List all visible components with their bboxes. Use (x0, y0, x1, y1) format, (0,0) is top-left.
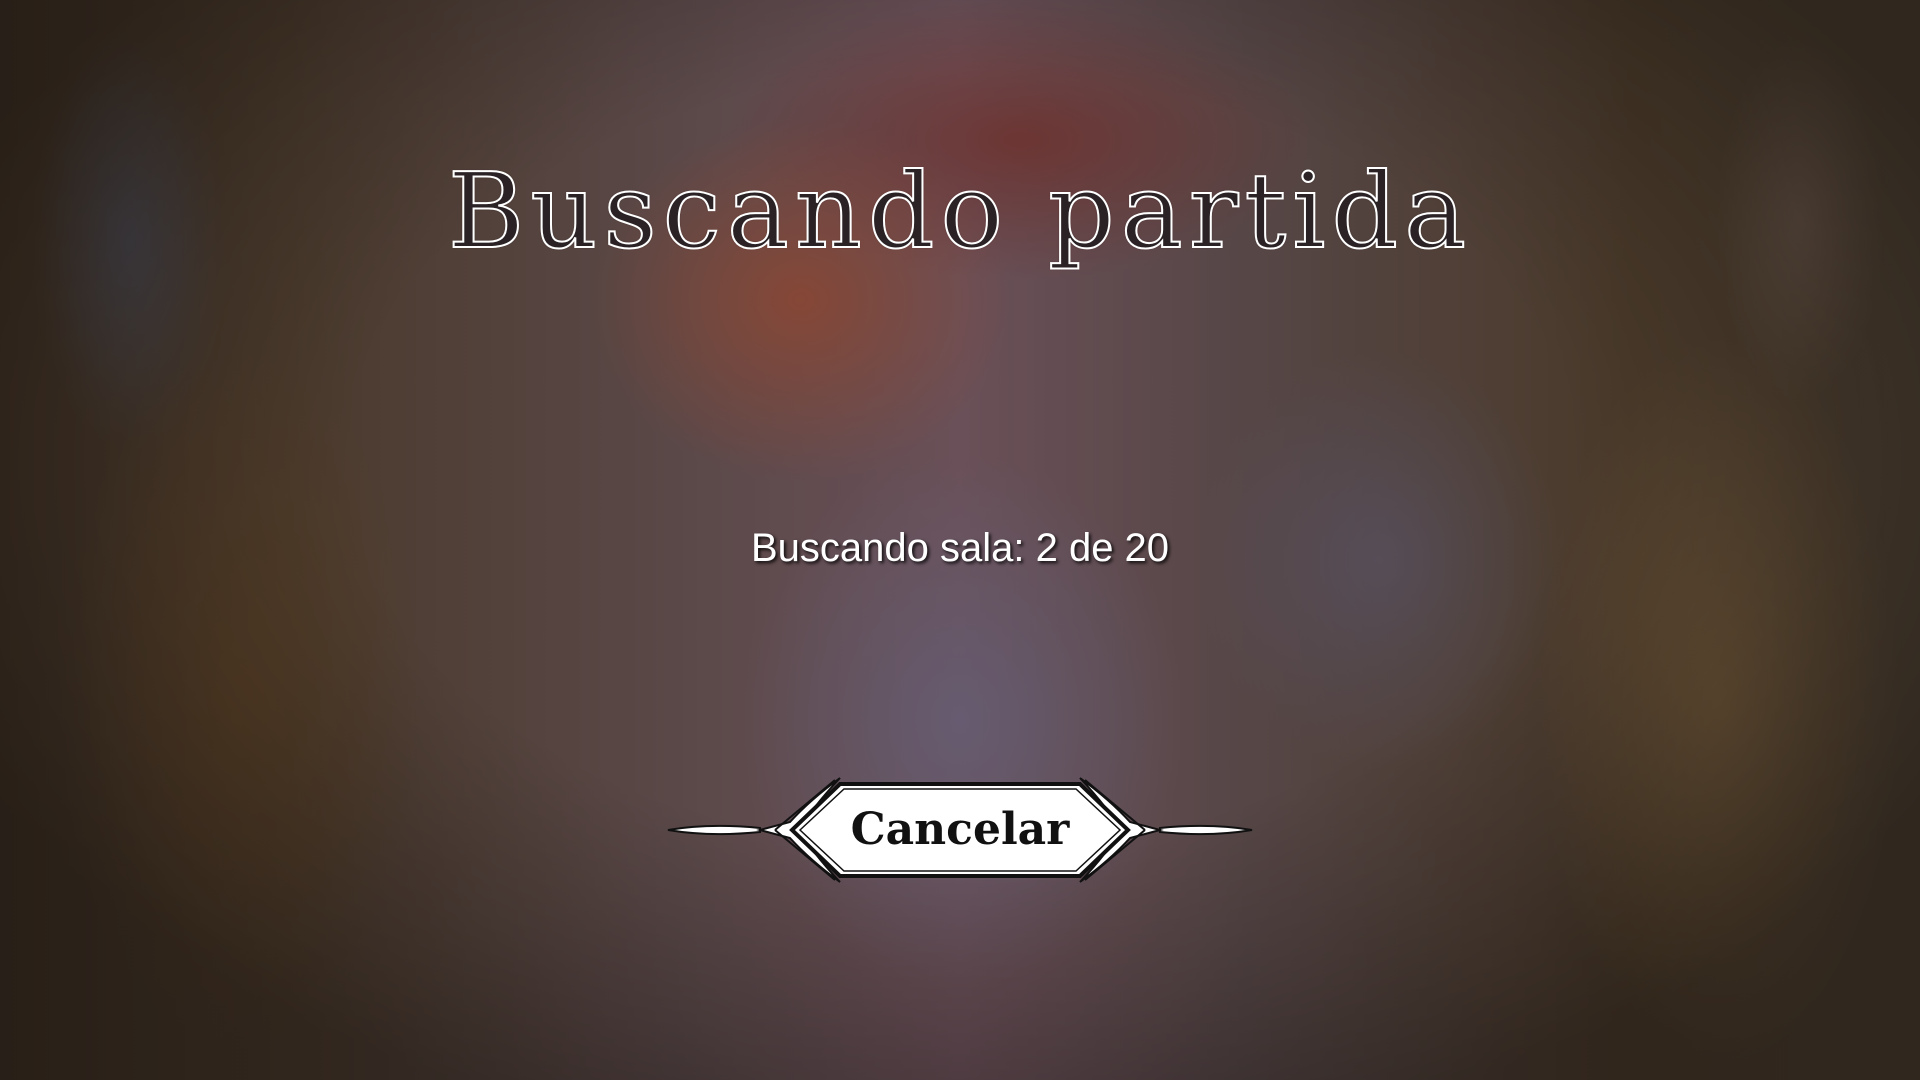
room-search-status: Buscando sala: 2 de 20 (750, 526, 1170, 570)
matchmaking-screen: Buscando partida Buscando sala: 2 de 20 … (0, 0, 1920, 1080)
cancel-button-label: Cancelar (850, 804, 1070, 855)
cancel-button[interactable]: Cancelar (660, 770, 1260, 890)
page-title: Buscando partida (447, 149, 1473, 273)
